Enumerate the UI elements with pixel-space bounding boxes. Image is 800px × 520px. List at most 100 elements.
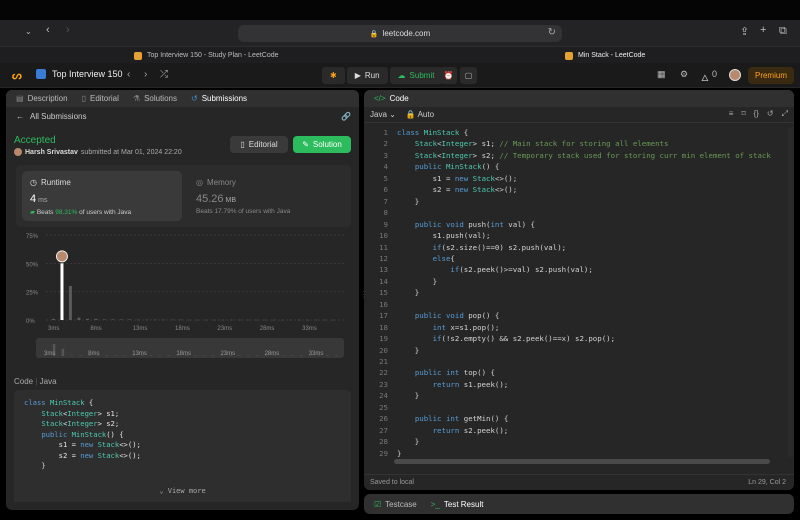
braces-icon[interactable]: {} <box>754 109 759 119</box>
back-icon[interactable]: ‹ <box>46 24 50 36</box>
line-number: 29 <box>379 448 388 458</box>
alarm-button[interactable]: ⏰ <box>440 67 457 84</box>
code-line: if(s2.peek()>=val) s2.push(val); <box>450 265 593 275</box>
browser-tab[interactable]: Top Interview 150 - Study Plan - LeetCod… <box>134 47 279 64</box>
chart-bar <box>77 317 81 320</box>
run-label: Run <box>364 71 380 80</box>
fullscreen-icon[interactable]: ⤢ <box>782 109 788 119</box>
format-icon[interactable]: ≡ <box>729 109 734 119</box>
chart-bar <box>136 319 140 321</box>
vertical-scrollbar[interactable] <box>788 127 794 457</box>
navigator-bar <box>194 355 197 356</box>
chart-bar <box>170 319 174 321</box>
chart-bar <box>272 319 276 321</box>
tab-title: Min Stack - LeetCode <box>578 52 646 59</box>
browser-tab-active[interactable]: Min Stack - LeetCode <box>565 47 645 64</box>
line-number: 2 <box>383 139 388 149</box>
tab-testcase[interactable]: ☑ Testcase <box>374 500 417 509</box>
code-lang: Java <box>39 377 57 386</box>
language-select[interactable]: Java ⌄ <box>370 110 396 119</box>
chart-bar <box>331 319 335 321</box>
console-tabs: ☑ Testcase >_ Test Result <box>364 494 794 514</box>
code-line: } <box>397 276 438 286</box>
x-tick-label: 33ms <box>302 326 317 332</box>
line-number: 21 <box>379 357 388 366</box>
debug-button[interactable]: ✱ <box>322 67 345 84</box>
run-button[interactable]: ▶ Run <box>346 67 388 84</box>
save-status: Saved to local <box>370 479 414 486</box>
auto-mode[interactable]: 🔒 Auto <box>406 110 434 119</box>
line-number: 9 <box>383 219 388 229</box>
tab-code[interactable]: </> Code <box>374 94 409 103</box>
cursor-position: Ln 29, Col 2 <box>748 479 786 486</box>
chart-bar <box>323 319 327 321</box>
reset-icon[interactable]: ↺ <box>767 109 774 119</box>
chart-bar <box>229 319 233 321</box>
language-label: Java <box>370 110 387 119</box>
streak-fire-icon[interactable]: 🜂 <box>701 69 709 87</box>
forward-icon[interactable]: › <box>66 24 70 36</box>
editor-tabs: </> Code <box>364 90 794 107</box>
share-icon[interactable]: ⇪ <box>740 25 749 38</box>
reload-icon[interactable]: ↻ <box>548 27 556 38</box>
code-preview-line: Stack<Integer> s1; <box>41 408 120 418</box>
code-line: Stack<Integer> s2; // Temporary stack us… <box>414 150 771 160</box>
line-number: 18 <box>379 322 388 332</box>
navigator-bar <box>114 355 118 356</box>
code-line: public void pop() { <box>414 311 500 321</box>
shuffle-icon[interactable]: ⤮ <box>160 69 168 80</box>
code-line: } <box>397 437 420 447</box>
navigator-bar <box>79 355 82 356</box>
layout-icon[interactable]: ▦ <box>657 69 666 80</box>
chart-bar <box>187 319 191 321</box>
tab-test-result[interactable]: >_ Test Result <box>431 500 484 509</box>
line-number: 1 <box>383 128 388 137</box>
submit-button[interactable]: ☁ Submit <box>389 67 443 84</box>
new-tab-icon[interactable]: + <box>760 24 766 36</box>
view-more-button[interactable]: ⌄ View more <box>14 486 351 497</box>
play-icon: ▶ <box>354 71 361 80</box>
code-section-label: Code | Java <box>14 377 57 386</box>
bookmark-icon[interactable]: ⌑ <box>741 109 745 119</box>
code-preview-line: s1 = new Stack<>(); <box>24 440 141 449</box>
horizontal-scrollbar[interactable] <box>394 459 770 464</box>
premium-button[interactable]: Premium <box>748 67 794 84</box>
code-preview-line: class MinStack { <box>24 398 94 407</box>
browser-toolbar: ▭ ⌄ ‹ › 🔒 leetcode.com ↻ ⇪ + ⧉ <box>0 20 800 58</box>
prev-problem-icon[interactable]: ‹ <box>127 69 130 80</box>
terminal-icon: >_ <box>430 499 440 509</box>
chart-bar <box>196 319 199 321</box>
leetcode-favicon-icon <box>565 51 573 60</box>
navigator-tick-label: 28ms <box>265 351 280 357</box>
x-tick-label: 8ms <box>90 326 101 332</box>
chart-bar <box>238 319 242 321</box>
line-number: 28 <box>379 437 388 447</box>
code-line: s2 = new Stack<>(); <box>397 185 518 195</box>
tab-overview-icon[interactable]: ⧉ <box>779 25 787 38</box>
code-preview-line: s2 = new Stack<>(); <box>24 450 141 460</box>
address-bar[interactable]: 🔒 leetcode.com ↻ <box>238 25 562 42</box>
line-number: 26 <box>379 414 388 424</box>
chart-bar <box>204 319 208 321</box>
code-editor[interactable]: 1 class MinStack {2 Stack<Integer> s1; //… <box>364 127 788 458</box>
left-panel: ▤ Description ▯ Editorial ⚗ Solutions ↺ Subm… <box>6 90 359 510</box>
user-avatar[interactable] <box>729 69 741 81</box>
study-plan-link[interactable]: Top Interview 150 <box>36 69 123 79</box>
navigator-bar <box>335 355 338 356</box>
chart-bar <box>246 319 250 321</box>
line-number: 16 <box>379 299 388 309</box>
code-line: } <box>397 288 420 298</box>
notes-button[interactable]: ▢ <box>460 67 477 84</box>
next-problem-icon[interactable]: › <box>144 69 147 80</box>
x-tick-label: 28ms <box>260 326 275 332</box>
leetcode-logo-icon[interactable]: ᔕ <box>12 69 24 82</box>
panel-resize-handle[interactable]: ⋮ <box>360 290 368 304</box>
chevron-down-icon[interactable]: ⌄ <box>25 27 32 36</box>
navigator-bar <box>149 355 153 356</box>
chart-bar <box>94 318 98 320</box>
settings-icon[interactable]: ⚙ <box>680 69 688 80</box>
navigator-bar <box>70 355 73 356</box>
line-number: 5 <box>383 173 388 183</box>
chart-bar <box>297 319 301 321</box>
line-number: 10 <box>379 231 388 241</box>
